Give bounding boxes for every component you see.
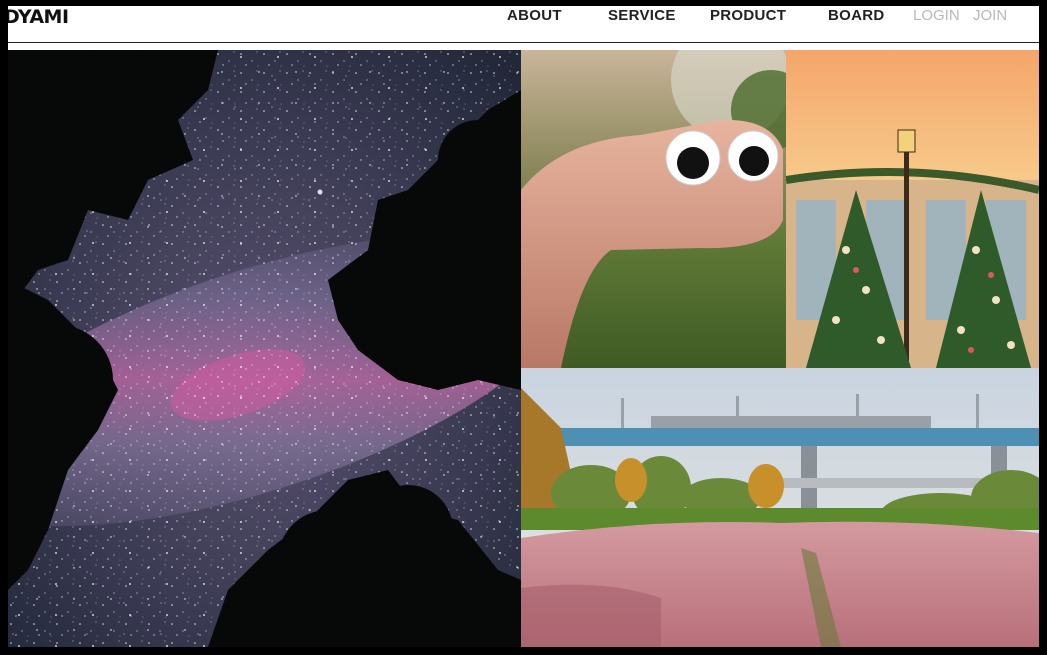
nav-about[interactable]: ABOUT [507, 7, 562, 24]
nav-join[interactable]: JOIN [973, 7, 1007, 24]
pink-muhly-field-photo[interactable] [521, 368, 1039, 647]
nav-product[interactable]: PRODUCT [710, 7, 786, 24]
nav-board[interactable]: BOARD [828, 7, 885, 24]
site-header: DYAMI ABOUT SERVICE PRODUCT BOARD LOGIN … [8, 6, 1039, 43]
googly-eyes-hand-photo[interactable] [521, 50, 786, 368]
milky-way-night-sky-photo[interactable] [8, 50, 521, 647]
site-logo[interactable]: DYAMI [8, 6, 69, 28]
nav-login[interactable]: LOGIN [913, 7, 960, 24]
nav-service[interactable]: SERVICE [608, 7, 676, 24]
christmas-trees-photo[interactable] [786, 50, 1039, 368]
page-frame: DYAMI ABOUT SERVICE PRODUCT BOARD LOGIN … [8, 6, 1039, 647]
